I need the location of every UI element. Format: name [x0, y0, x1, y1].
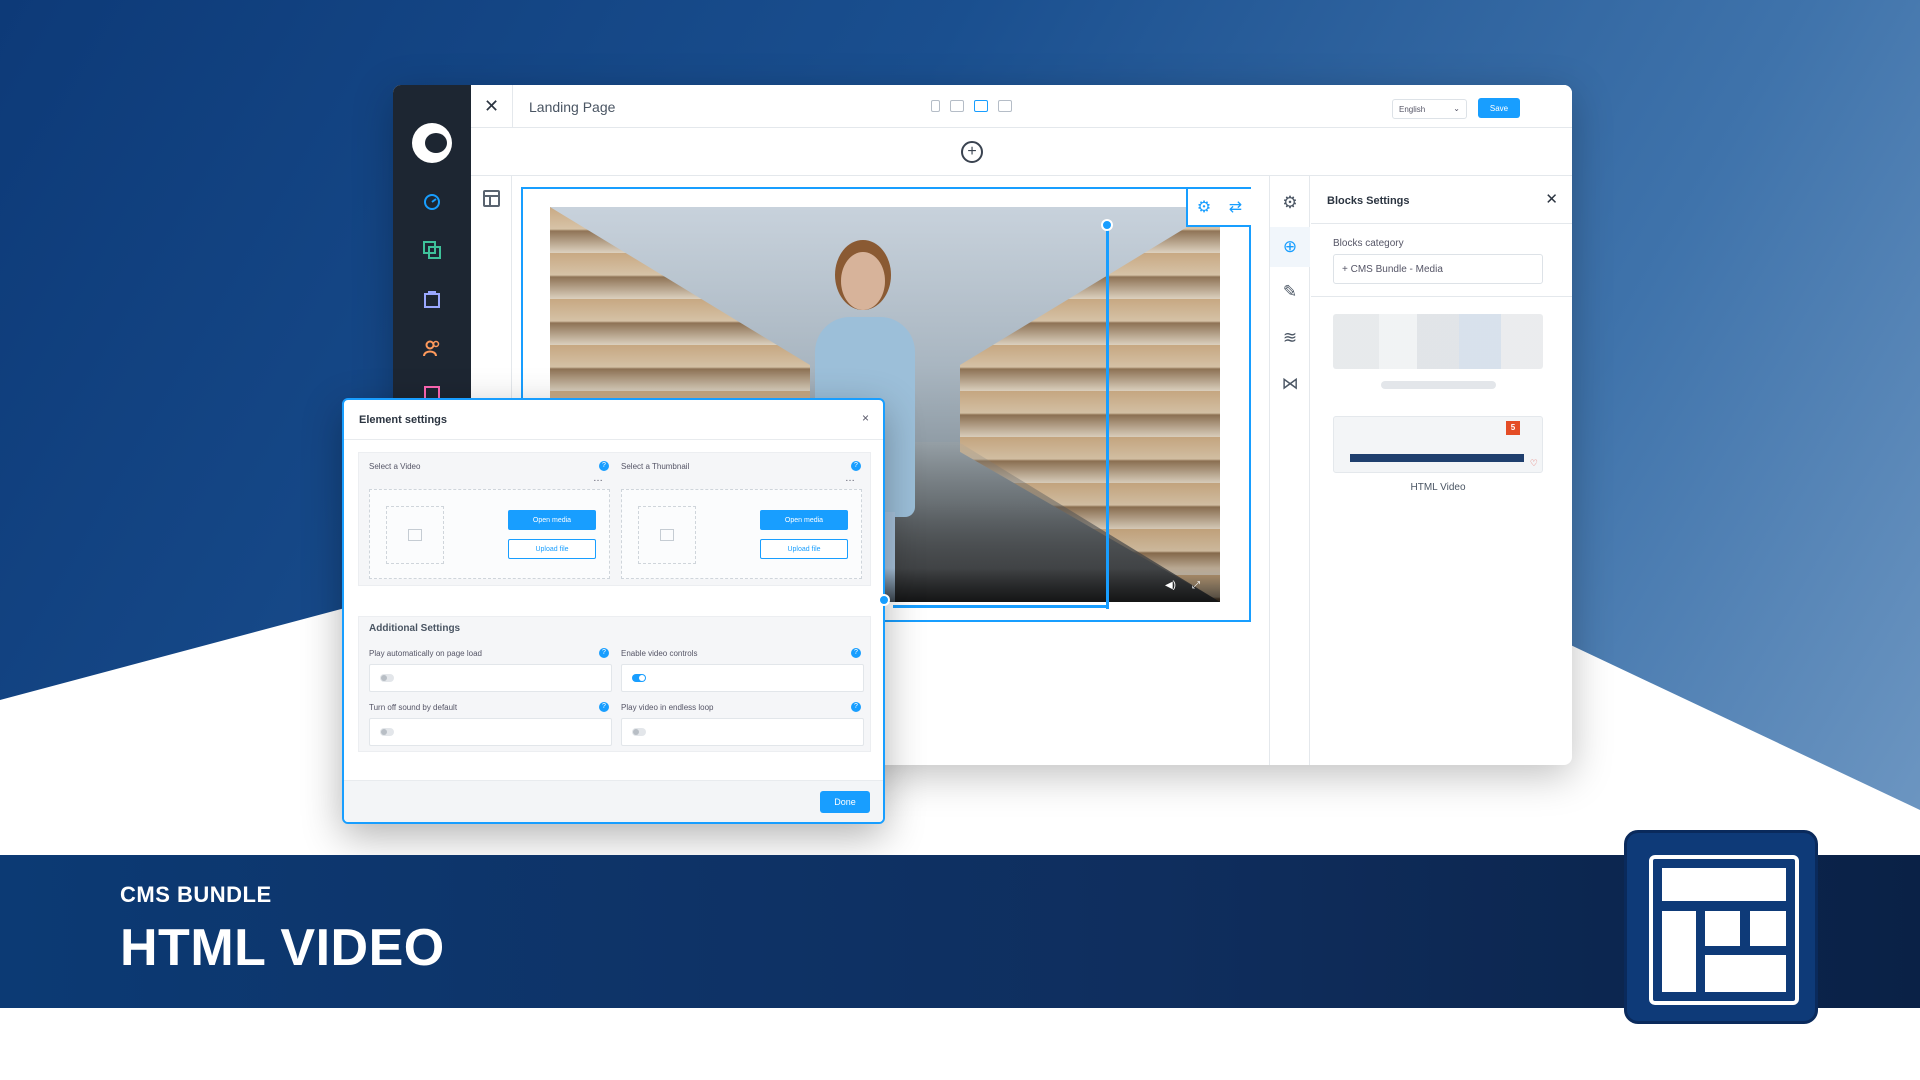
mute-label: Turn off sound by default: [369, 703, 458, 712]
block-preview-html-video[interactable]: 5 ♡: [1333, 416, 1543, 473]
html-video-block-label: HTML Video: [1410, 482, 1466, 493]
more-options-icon[interactable]: …: [845, 473, 855, 484]
mute-field: [369, 718, 612, 746]
select-thumbnail-label: Select a Thumbnail: [621, 462, 690, 471]
layers-icon[interactable]: ≋: [1270, 318, 1310, 358]
upload-file-button[interactable]: Upload file: [508, 539, 596, 559]
shopware-logo[interactable]: [412, 123, 452, 163]
done-button[interactable]: Done: [820, 791, 870, 813]
share-icon[interactable]: ⋈: [1270, 364, 1310, 404]
block-preview-image-gallery[interactable]: [1333, 314, 1543, 369]
form-view-icon[interactable]: [998, 100, 1012, 112]
image-placeholder-icon: [638, 506, 696, 564]
section-layout-icon[interactable]: [483, 190, 500, 207]
resize-handle-bottom[interactable]: [878, 594, 890, 606]
loop-field: [621, 718, 864, 746]
close-editor-icon[interactable]: ✕: [471, 85, 513, 128]
blocks-category-select[interactable]: + CMS Bundle - Media: [1333, 254, 1543, 284]
tablet-view-icon[interactable]: [950, 100, 964, 112]
autoplay-toggle[interactable]: [380, 674, 394, 682]
additional-settings-section: Additional Settings Play automatically o…: [358, 616, 871, 752]
blocks-category-label: Blocks category: [1333, 238, 1404, 249]
open-media-button[interactable]: Open media: [508, 510, 596, 530]
help-icon[interactable]: ?: [851, 702, 861, 712]
modal-header: Element settings ×: [344, 400, 883, 440]
help-icon[interactable]: ?: [599, 702, 609, 712]
more-options-icon[interactable]: …: [593, 473, 603, 484]
select-video-label: Select a Video: [369, 462, 421, 471]
modal-title: Element settings: [359, 414, 448, 426]
open-media-button[interactable]: Open media: [760, 510, 848, 530]
chevron-down-icon: ⌄: [1453, 104, 1460, 113]
settings-icon[interactable]: ⚙: [1270, 183, 1310, 223]
fullscreen-icon[interactable]: ⤢: [1192, 580, 1200, 591]
language-select[interactable]: English ⌄: [1392, 99, 1467, 119]
desktop-view-icon[interactable]: [974, 100, 988, 112]
controls-field: [621, 664, 864, 692]
thumbnail-drop-zone[interactable]: Open media Upload file: [621, 489, 862, 579]
cms-layout-badge-icon: [1624, 830, 1818, 1024]
help-icon[interactable]: ?: [599, 648, 609, 658]
banner-kicker: CMS BUNDLE: [120, 882, 272, 907]
selection-guide-horizontal: [893, 605, 1106, 608]
edit-icon[interactable]: ✎: [1270, 272, 1310, 312]
loop-label: Play video in endless loop: [621, 703, 714, 712]
block-swap-icon[interactable]: ⇄: [1229, 197, 1242, 217]
mobile-view-icon[interactable]: [931, 100, 940, 112]
autoplay-label: Play automatically on page load: [369, 649, 482, 658]
image-placeholder-icon: [386, 506, 444, 564]
html5-icon: 5: [1506, 421, 1520, 435]
loop-toggle[interactable]: [632, 728, 646, 736]
add-block-icon[interactable]: ⊕: [1270, 227, 1310, 267]
help-icon[interactable]: ?: [851, 461, 861, 471]
block-preview-caption-placeholder: [1381, 381, 1496, 389]
catalog-icon[interactable]: [421, 239, 443, 261]
heart-icon[interactable]: ♡: [1530, 458, 1538, 469]
block-actions: ⚙ ⇄: [1186, 189, 1251, 227]
video-player-bar: [1350, 454, 1524, 462]
controls-toggle[interactable]: [632, 674, 646, 682]
additional-settings-title: Additional Settings: [369, 623, 461, 634]
volume-icon[interactable]: ◀): [1165, 580, 1176, 591]
mute-toggle[interactable]: [380, 728, 394, 736]
close-panel-icon[interactable]: ✕: [1545, 190, 1558, 208]
orders-icon[interactable]: [421, 288, 443, 310]
blocks-panel-header: Blocks Settings ✕: [1311, 176, 1572, 224]
divider: [1311, 296, 1572, 297]
close-modal-icon[interactable]: ×: [862, 411, 869, 425]
help-icon[interactable]: ?: [599, 461, 609, 471]
dashboard-icon[interactable]: [421, 191, 443, 213]
banner-title: HTML VIDEO: [120, 919, 445, 977]
video-drop-zone[interactable]: Open media Upload file: [369, 489, 610, 579]
language-value: English: [1399, 105, 1426, 114]
autoplay-field: [369, 664, 612, 692]
add-section-row: +: [471, 128, 1572, 176]
blocks-panel-title: Blocks Settings: [1327, 195, 1410, 207]
save-button[interactable]: Save: [1478, 98, 1520, 118]
resize-handle-top[interactable]: [1101, 219, 1113, 231]
element-settings-modal: Element settings × Select a Video ? … Se…: [342, 398, 885, 824]
add-section-icon[interactable]: +: [961, 141, 983, 163]
device-switcher: [931, 100, 1012, 112]
blocks-settings-panel: Blocks Settings ✕ Blocks category + CMS …: [1311, 176, 1572, 765]
help-icon[interactable]: ?: [851, 648, 861, 658]
sidebar-rail: ⚙ ⊕ ✎ ≋ ⋈: [1269, 176, 1310, 765]
editor-topbar: ✕ Landing Page English ⌄ Save: [471, 85, 1572, 128]
selection-guide-vertical: [1106, 229, 1109, 609]
modal-footer: Done: [344, 780, 883, 822]
customers-icon[interactable]: [421, 337, 443, 359]
media-selection-section: Select a Video ? … Select a Thumbnail ? …: [358, 452, 871, 586]
block-settings-gear-icon[interactable]: ⚙: [1197, 197, 1211, 217]
upload-file-button[interactable]: Upload file: [760, 539, 848, 559]
page-title: Landing Page: [529, 99, 616, 115]
controls-label: Enable video controls: [621, 649, 698, 658]
